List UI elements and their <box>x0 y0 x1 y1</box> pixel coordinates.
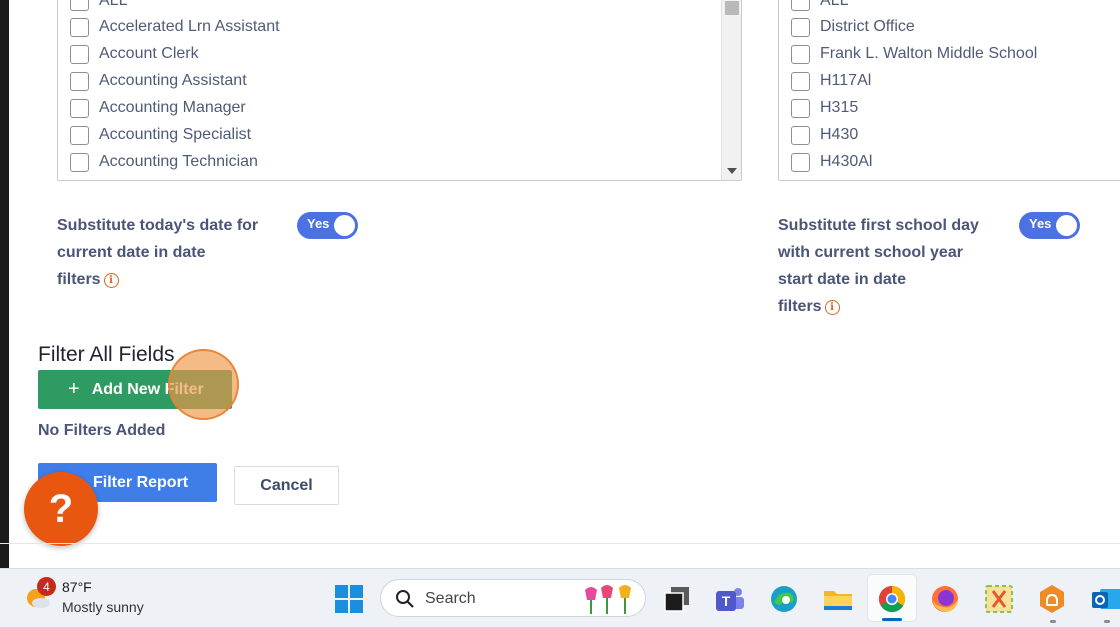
checkbox[interactable] <box>791 125 810 145</box>
label-text: filters <box>778 298 822 315</box>
list-item[interactable]: Frank L. Walton Middle School <box>791 44 1037 64</box>
list-item-label: ALL <box>820 0 849 9</box>
list-item-label: H117Al <box>820 72 872 89</box>
outlook-icon[interactable] <box>1090 583 1120 615</box>
checkbox[interactable] <box>791 0 810 11</box>
weather-condition[interactable]: Mostly sunny <box>62 599 144 615</box>
weather-badge: 4 <box>37 577 56 596</box>
running-indicator <box>1050 620 1056 623</box>
toggle-knob <box>334 215 355 236</box>
list-item-label: Frank L. Walton Middle School <box>820 45 1038 62</box>
list-item-label: District Office <box>820 18 915 35</box>
list-item[interactable]: Accounting Manager <box>70 98 246 118</box>
running-indicator <box>1104 620 1110 623</box>
toggle-label: Yes <box>307 216 330 231</box>
scroll-down-arrow-icon[interactable] <box>727 168 737 174</box>
snipping-tool-icon[interactable] <box>983 583 1015 615</box>
list-item-label: Accounting Manager <box>99 99 246 116</box>
list-item[interactable]: H117Al <box>791 71 871 91</box>
divider <box>0 543 1120 544</box>
taskbar-search[interactable]: Search <box>380 579 646 617</box>
label-line: filters i <box>778 293 979 320</box>
checkbox[interactable] <box>70 0 89 11</box>
list-item-label: Accounting Assistant <box>99 72 247 89</box>
list-item-label: ALL <box>99 0 128 9</box>
toggle-label: Yes <box>1029 216 1052 231</box>
active-app-indicator <box>882 618 902 621</box>
list-item[interactable]: Accelerated Lrn Assistant <box>70 17 280 37</box>
substitute-today-label: Substitute today's date for current date… <box>57 212 258 293</box>
list-item-label: Accounting Technician <box>99 153 258 170</box>
chrome-icon[interactable] <box>876 583 908 615</box>
cancel-button[interactable]: Cancel <box>234 466 339 505</box>
checkbox[interactable] <box>70 44 89 64</box>
svg-text:T: T <box>722 593 731 609</box>
checkbox[interactable] <box>791 98 810 118</box>
info-icon[interactable]: i <box>824 300 840 315</box>
list-item-label: Accounting Specialist <box>99 126 252 143</box>
teams-icon[interactable]: T <box>714 583 746 615</box>
no-filters-text: No Filters Added <box>38 422 166 439</box>
temperature[interactable]: 87°F <box>62 579 92 595</box>
filter-report-label: Filter Report <box>93 473 189 491</box>
info-icon[interactable]: i <box>103 273 119 288</box>
list-item-label: Account Clerk <box>99 45 199 62</box>
list-item[interactable]: District Office <box>791 17 915 37</box>
label-line: current date in date <box>57 244 206 261</box>
checkbox[interactable] <box>791 44 810 64</box>
label-line: Substitute first school day <box>778 217 979 234</box>
list-item[interactable]: H315 <box>791 98 858 118</box>
search-placeholder: Search <box>425 590 476 607</box>
label-line: Substitute today's date for <box>57 217 259 234</box>
toggle-knob <box>1056 215 1077 236</box>
windows-start-icon[interactable] <box>333 583 365 615</box>
help-button[interactable]: ? <box>24 472 98 546</box>
label-line: filters i <box>57 266 258 293</box>
checkbox[interactable] <box>70 98 89 118</box>
filter-section-title: Filter All Fields <box>38 343 175 366</box>
window-edge <box>0 0 9 568</box>
list-item[interactable]: Accounting Assistant <box>70 71 247 91</box>
list-item[interactable]: H430 <box>791 125 858 145</box>
checkbox[interactable] <box>70 125 89 145</box>
list-item-label: H430 <box>820 126 859 143</box>
checkbox[interactable] <box>70 152 89 172</box>
checkbox[interactable] <box>70 17 89 37</box>
vpn-app-icon[interactable] <box>1036 583 1068 615</box>
list-item-label: Accelerated Lrn Assistant <box>99 18 280 35</box>
taskbar: 4 87°F Mostly sunny Search T <box>0 568 1120 627</box>
list-item[interactable]: ALL <box>791 0 848 11</box>
click-indicator <box>168 349 239 420</box>
list-item[interactable]: Account Clerk <box>70 44 199 64</box>
substitute-school-day-label: Substitute first school day with current… <box>778 212 979 320</box>
checkbox[interactable] <box>791 17 810 37</box>
label-line: start date in date <box>778 271 907 288</box>
list-item[interactable]: Accounting Specialist <box>70 125 251 145</box>
list-item-label: H315 <box>820 99 859 116</box>
substitute-today-toggle[interactable]: Yes <box>297 212 358 239</box>
list-item[interactable]: ALL <box>70 0 127 11</box>
label-text: filters <box>57 271 101 288</box>
tulips-icon <box>585 585 631 614</box>
checkbox[interactable] <box>791 152 810 172</box>
file-explorer-icon[interactable] <box>822 583 854 615</box>
checkbox[interactable] <box>70 71 89 91</box>
plus-icon: + <box>68 378 80 400</box>
edge-icon[interactable] <box>768 583 800 615</box>
checkbox[interactable] <box>791 71 810 91</box>
search-icon <box>396 590 414 608</box>
list-item-label: H430Al <box>820 153 873 170</box>
task-view-icon[interactable] <box>661 583 693 615</box>
firefox-icon[interactable] <box>929 583 961 615</box>
list-item[interactable]: Accounting Technician <box>70 152 258 172</box>
location-listbox[interactable]: ALL District Office Frank L. Walton Midd… <box>778 0 1120 181</box>
substitute-school-day-toggle[interactable]: Yes <box>1019 212 1080 239</box>
label-line: with current school year <box>778 244 963 261</box>
scroll-thumb[interactable] <box>725 1 739 15</box>
listbox-scrollbar[interactable] <box>721 0 741 180</box>
job-title-listbox[interactable]: ALL Accelerated Lrn Assistant Account Cl… <box>57 0 742 181</box>
list-item[interactable]: H430Al <box>791 152 872 172</box>
